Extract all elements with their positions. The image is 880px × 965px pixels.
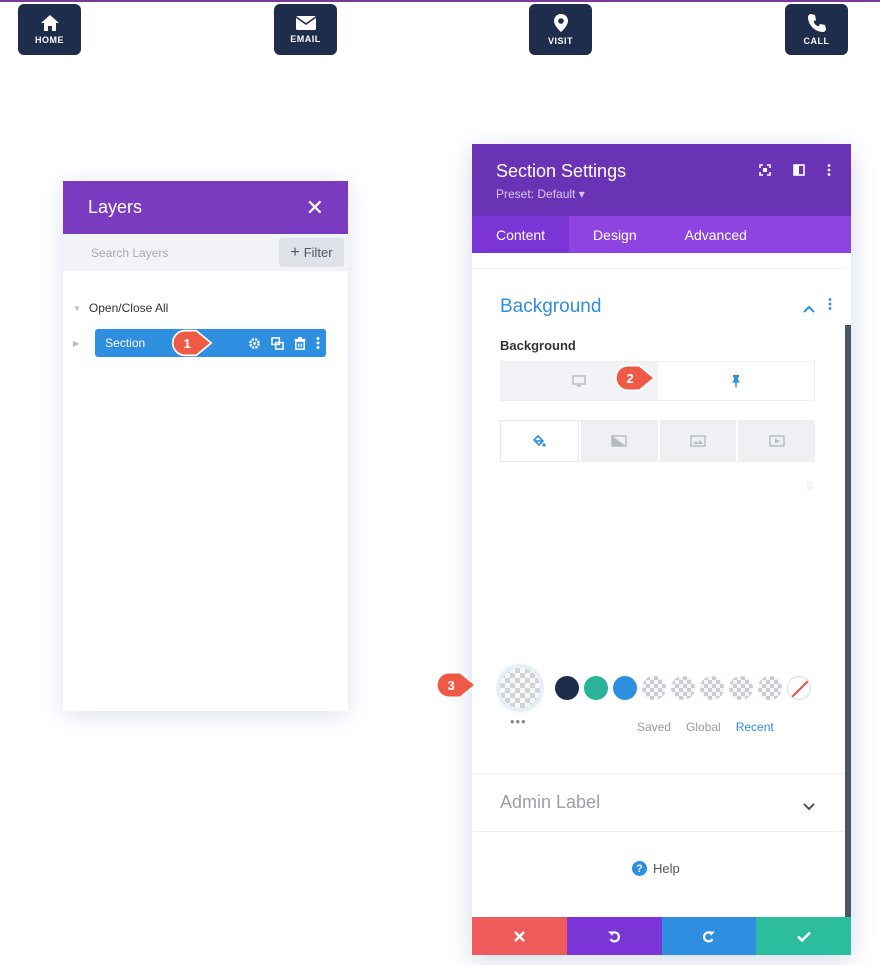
layer-actions xyxy=(248,329,320,357)
callout-marker-3: 3 xyxy=(435,671,477,699)
gradient-type-tab[interactable] xyxy=(580,420,658,462)
palette-swatch-empty[interactable] xyxy=(671,676,695,700)
question-icon: ? xyxy=(632,861,647,876)
palette-swatch-empty[interactable] xyxy=(642,676,666,700)
chevron-up-icon[interactable] xyxy=(803,300,815,318)
video-icon xyxy=(768,435,785,447)
current-color-swatch[interactable] xyxy=(500,668,540,708)
undo-button[interactable] xyxy=(566,917,662,955)
discard-button[interactable] xyxy=(472,917,567,955)
filter-button[interactable]: + Filter xyxy=(279,238,344,267)
gradient-icon xyxy=(611,435,627,447)
redo-button[interactable] xyxy=(661,917,757,955)
recent-colors-link[interactable]: Recent xyxy=(736,720,774,734)
email-icon xyxy=(295,16,316,30)
desktop-icon xyxy=(572,375,586,387)
filter-label: Filter xyxy=(303,245,333,260)
layers-header: Layers ✕ xyxy=(63,181,348,234)
palette-swatch-navy[interactable] xyxy=(555,676,579,700)
triangle-right-icon[interactable]: ▶ xyxy=(73,339,79,348)
close-icon[interactable]: ✕ xyxy=(306,196,324,219)
device-toggle xyxy=(500,361,815,401)
redo-icon xyxy=(702,930,715,942)
gear-icon[interactable] xyxy=(248,337,261,350)
palette-source-links: Saved Global Recent xyxy=(637,720,774,734)
search-layers-input[interactable] xyxy=(91,245,251,260)
layer-section-label: Section xyxy=(105,336,146,350)
image-icon xyxy=(690,435,706,447)
more-horizontal-icon[interactable]: ••• xyxy=(510,714,527,729)
nav-home-button[interactable]: HOME xyxy=(18,4,81,55)
palette-swatch-blue[interactable] xyxy=(613,676,637,700)
home-icon xyxy=(40,15,59,31)
background-type-tabs xyxy=(500,420,815,462)
no-color-swatch[interactable] xyxy=(787,676,811,700)
palette-swatch-empty[interactable] xyxy=(700,676,724,700)
layers-search-bar: + Filter xyxy=(63,234,348,271)
settings-body: Background Background ••• Saved Global R… xyxy=(472,0,851,955)
palette-swatch-empty[interactable] xyxy=(758,676,782,700)
nav-home-label: HOME xyxy=(35,35,64,45)
open-close-label: Open/Close All xyxy=(88,301,169,315)
help-label: Help xyxy=(653,861,680,876)
saved-colors-link[interactable]: Saved xyxy=(637,720,671,734)
trash-icon[interactable] xyxy=(294,336,306,350)
divider xyxy=(472,831,845,832)
triangle-down-icon: ▼ xyxy=(73,303,81,313)
color-palette xyxy=(555,676,811,700)
chevron-down-icon[interactable] xyxy=(803,798,815,816)
settings-footer xyxy=(472,917,851,955)
callout-marker-1: 1 xyxy=(171,329,213,357)
palette-swatch-teal[interactable] xyxy=(584,676,608,700)
layers-panel: Layers ✕ + Filter ▼ Open/Close All ▶ Sec… xyxy=(63,181,348,711)
background-field-label: Background xyxy=(500,338,576,353)
undo-icon xyxy=(608,930,621,942)
callout-marker-2: 2 xyxy=(614,364,656,392)
divider xyxy=(472,773,845,774)
more-vertical-icon[interactable] xyxy=(316,337,320,349)
settings-scrollbar[interactable] xyxy=(845,325,851,917)
nav-email-label: EMAIL xyxy=(290,34,321,44)
open-close-all[interactable]: ▼ Open/Close All xyxy=(73,301,168,315)
paint-bucket-icon xyxy=(533,434,546,447)
video-type-tab[interactable] xyxy=(738,420,815,462)
sticky-view-tab[interactable] xyxy=(657,362,814,400)
background-group-title[interactable]: Background xyxy=(500,296,601,318)
layers-title: Layers xyxy=(88,197,143,217)
plus-icon: + xyxy=(290,243,300,261)
divider xyxy=(472,268,845,269)
color-preview-edge xyxy=(807,481,813,491)
callout-number-3: 3 xyxy=(448,678,455,693)
pin-icon xyxy=(731,375,741,388)
duplicate-icon[interactable] xyxy=(271,336,284,350)
global-colors-link[interactable]: Global xyxy=(686,720,721,734)
image-type-tab[interactable] xyxy=(659,420,737,462)
help-link[interactable]: ? Help xyxy=(632,861,680,876)
nav-email-button[interactable]: EMAIL xyxy=(274,4,337,55)
more-vertical-icon[interactable] xyxy=(828,298,832,312)
save-button[interactable] xyxy=(756,917,851,955)
check-icon xyxy=(796,931,811,942)
color-type-tab[interactable] xyxy=(500,420,579,462)
callout-number-2: 2 xyxy=(627,371,634,386)
admin-label-group-title[interactable]: Admin Label xyxy=(500,792,600,813)
palette-swatch-empty[interactable] xyxy=(729,676,753,700)
callout-number-1: 1 xyxy=(184,336,191,351)
close-icon xyxy=(514,930,525,942)
